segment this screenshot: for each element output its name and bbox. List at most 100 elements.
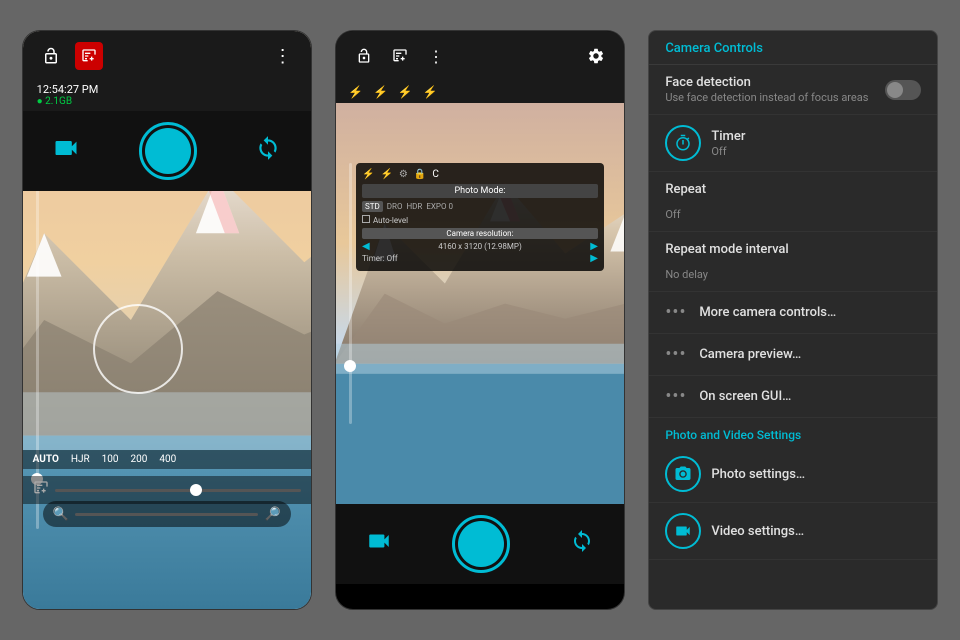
timer-sublabel: Off [711,145,921,158]
face-detection-sublabel: Use face detection instead of focus area… [665,91,875,104]
face-detection-label: Face detection [665,75,875,90]
video-settings-text: Video settings… [711,524,921,539]
focus-circle [93,304,183,394]
overlay-flash2-icon[interactable]: ⚡ [380,169,392,180]
more-camera-controls-item[interactable]: ••• More camera controls… [649,292,937,334]
video-button[interactable] [52,134,80,168]
iso-hjr[interactable]: HJR [71,454,90,465]
phone2-rotate-button[interactable] [570,529,594,559]
flash-off-icon[interactable]: ⚡ [373,85,388,99]
resolution-header: Camera resolution: [362,228,598,239]
photo-mode-header: Photo Mode: [362,184,598,198]
more-camera-dots-icon: ••• [665,302,689,323]
auto-level-checkbox[interactable] [362,215,370,223]
settings-title: Camera Controls [665,41,921,56]
phone2-shutter-button[interactable] [452,515,510,573]
settings-panel: Camera Controls Face detection Use face … [648,30,938,610]
resolution-row[interactable]: ◀ 4160 x 3120 (12.98MP) ▶ [362,241,598,252]
on-screen-gui-text: On screen GUI… [699,389,921,404]
lock-open-icon[interactable] [37,42,65,70]
shutter-button[interactable] [139,122,197,180]
zoom-in-icon[interactable]: 🔎 [264,507,280,522]
phone-panel-2: ⋮ ⚡ ⚡ ⚡ ⚡ [335,30,625,610]
app-container: ⋮ 12:54:27 PM ● 2.1GB [0,0,960,640]
timer-value[interactable]: Timer: Off [362,254,398,263]
phone1-footer [23,111,311,191]
mode-dro[interactable]: DRO [387,202,403,211]
phone1-storage: ● 2.1GB [37,96,297,107]
overlay-flash-icon[interactable]: ⚡ [362,169,374,180]
phone2-header-left: ⋮ [350,42,450,70]
phone2-icons-row: ⚡ ⚡ ⚡ ⚡ [336,81,624,103]
auto-level-row: Auto-level [362,214,598,226]
ev-slider[interactable] [55,489,301,492]
on-screen-gui-label: On screen GUI… [699,389,921,404]
flash-auto-icon[interactable]: ⚡ [348,85,363,99]
zoom-bar[interactable]: 🔍 🔎 [43,501,291,527]
timer-next[interactable]: ▶ [590,253,598,264]
overlay-settings-icon[interactable]: ⚙ [399,169,408,180]
phone2-video-button[interactable] [366,528,392,560]
video-settings-label: Video settings… [711,524,921,539]
photo-video-section-title: Photo and Video Settings [649,418,937,446]
repeat-interval-item[interactable]: Repeat mode interval No delay [649,232,937,292]
more-icon[interactable]: ⋮ [269,42,297,70]
phone2-footer [336,504,624,584]
face-detection-text: Face detection Use face detection instea… [665,75,875,104]
phone2-shutter-inner [458,521,504,567]
camera-preview-dots-icon: ••• [665,344,689,365]
video-settings-item[interactable]: Video settings… [649,503,937,560]
face-detection-toggle[interactable] [885,80,921,100]
phone-panel-1: ⋮ 12:54:27 PM ● 2.1GB [22,30,312,610]
on-screen-gui-dots-icon: ••• [665,386,689,407]
phone2-header: ⋮ [336,31,624,81]
phone2-gear-icon[interactable] [582,42,610,70]
photo-settings-text: Photo settings… [711,467,921,482]
ev-icon [33,480,49,500]
timer-icon [665,125,701,161]
camera-preview-item[interactable]: ••• Camera preview… [649,334,937,376]
timer-item[interactable]: Timer Off [649,115,937,172]
overlay-lock-icon[interactable]: 🔒 [414,169,426,180]
photo-settings-icon [665,456,701,492]
iso-100[interactable]: 100 [102,454,119,465]
exposure-icon[interactable] [75,42,103,70]
res-next[interactable]: ▶ [590,241,598,252]
iso-auto[interactable]: AUTO [33,454,59,465]
iso-200[interactable]: 200 [131,454,148,465]
iso-bar: AUTO HJR 100 200 400 [23,450,311,469]
iso-400[interactable]: 400 [159,454,176,465]
photo-settings-item[interactable]: Photo settings… [649,446,937,503]
mode-hdr[interactable]: HDR [406,202,422,211]
photo-mode-options: STD DRO HDR EXPO 0 [362,201,598,212]
resolution-value: 4160 x 3120 (12.98MP) [438,242,522,251]
timer-text: Timer Off [711,129,921,158]
phone2-camera-view[interactable]: ⚡ ⚡ ⚙ 🔒 C Photo Mode: STD DRO HDR EXPO 0… [336,103,624,504]
phone1-header: ⋮ [23,31,311,81]
repeat-sublabel: Off [665,208,680,221]
mode-std[interactable]: STD [362,201,383,212]
shutter-inner [145,128,191,174]
rotate-button[interactable] [255,135,281,167]
mode-expo[interactable]: EXPO 0 [426,202,453,211]
timer-row: Timer: Off ▶ [362,252,598,265]
phone2-exposure-icon[interactable] [386,42,414,70]
overlay-c-label: C [432,169,439,180]
phone2-more-icon[interactable]: ⋮ [422,42,450,70]
ev-bar [23,476,311,504]
video-settings-icon [665,513,701,549]
flash-on-icon[interactable]: ⚡ [398,85,413,99]
phone2-lock-icon[interactable] [350,42,378,70]
timer-label: Timer [711,129,921,144]
flash-torch-icon[interactable]: ⚡ [423,85,438,99]
on-screen-gui-item[interactable]: ••• On screen GUI… [649,376,937,418]
zoom-out-icon[interactable]: 🔍 [53,507,69,522]
photo-mode-overlay[interactable]: ⚡ ⚡ ⚙ 🔒 C Photo Mode: STD DRO HDR EXPO 0… [356,163,604,271]
more-camera-label: More camera controls… [699,305,921,320]
camera-preview-text: Camera preview… [699,347,921,362]
face-detection-item[interactable]: Face detection Use face detection instea… [649,65,937,115]
repeat-item[interactable]: Repeat Off [649,172,937,232]
res-prev[interactable]: ◀ [362,241,370,252]
phone1-time: 12:54:27 PM [37,83,297,96]
repeat-interval-sublabel: No delay [665,268,708,281]
